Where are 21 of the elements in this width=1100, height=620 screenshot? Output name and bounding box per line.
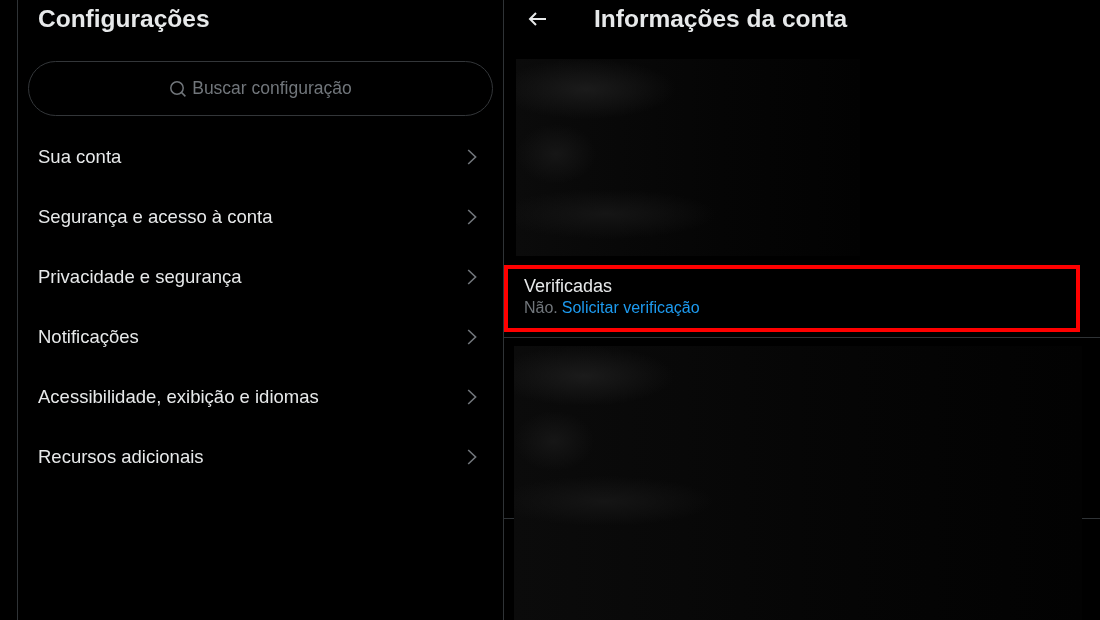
search-field[interactable]: Buscar configuração (28, 61, 493, 116)
request-verification-link[interactable]: Solicitar verificação (561, 299, 700, 317)
chevron-right-icon (467, 209, 477, 225)
chevron-right-icon (467, 329, 477, 345)
menu-item[interactable]: Privacidade e segurança (18, 247, 503, 307)
menu-item[interactable]: Acessibilidade, exibição e idiomas (18, 367, 503, 427)
chevron-right-icon (467, 269, 477, 285)
chevron-right-icon (467, 449, 477, 465)
back-button[interactable] (528, 11, 546, 26)
setting-label: Verificadas (524, 276, 613, 297)
search-icon (169, 80, 186, 97)
menu-item[interactable]: Notificações (18, 307, 503, 367)
menu-item[interactable]: Segurança e acesso à conta (18, 187, 503, 247)
chevron-right-icon (467, 149, 477, 165)
arrow-left-icon (528, 11, 546, 26)
page-title: Informações da conta (594, 4, 848, 33)
chevron-right-icon (467, 389, 477, 405)
sidebar-title: Configurações (38, 4, 210, 33)
menu-item[interactable]: Recursos adicionais (18, 427, 503, 487)
menu-item[interactable]: Sua conta (18, 127, 503, 187)
setting-value: Não. (524, 299, 558, 317)
